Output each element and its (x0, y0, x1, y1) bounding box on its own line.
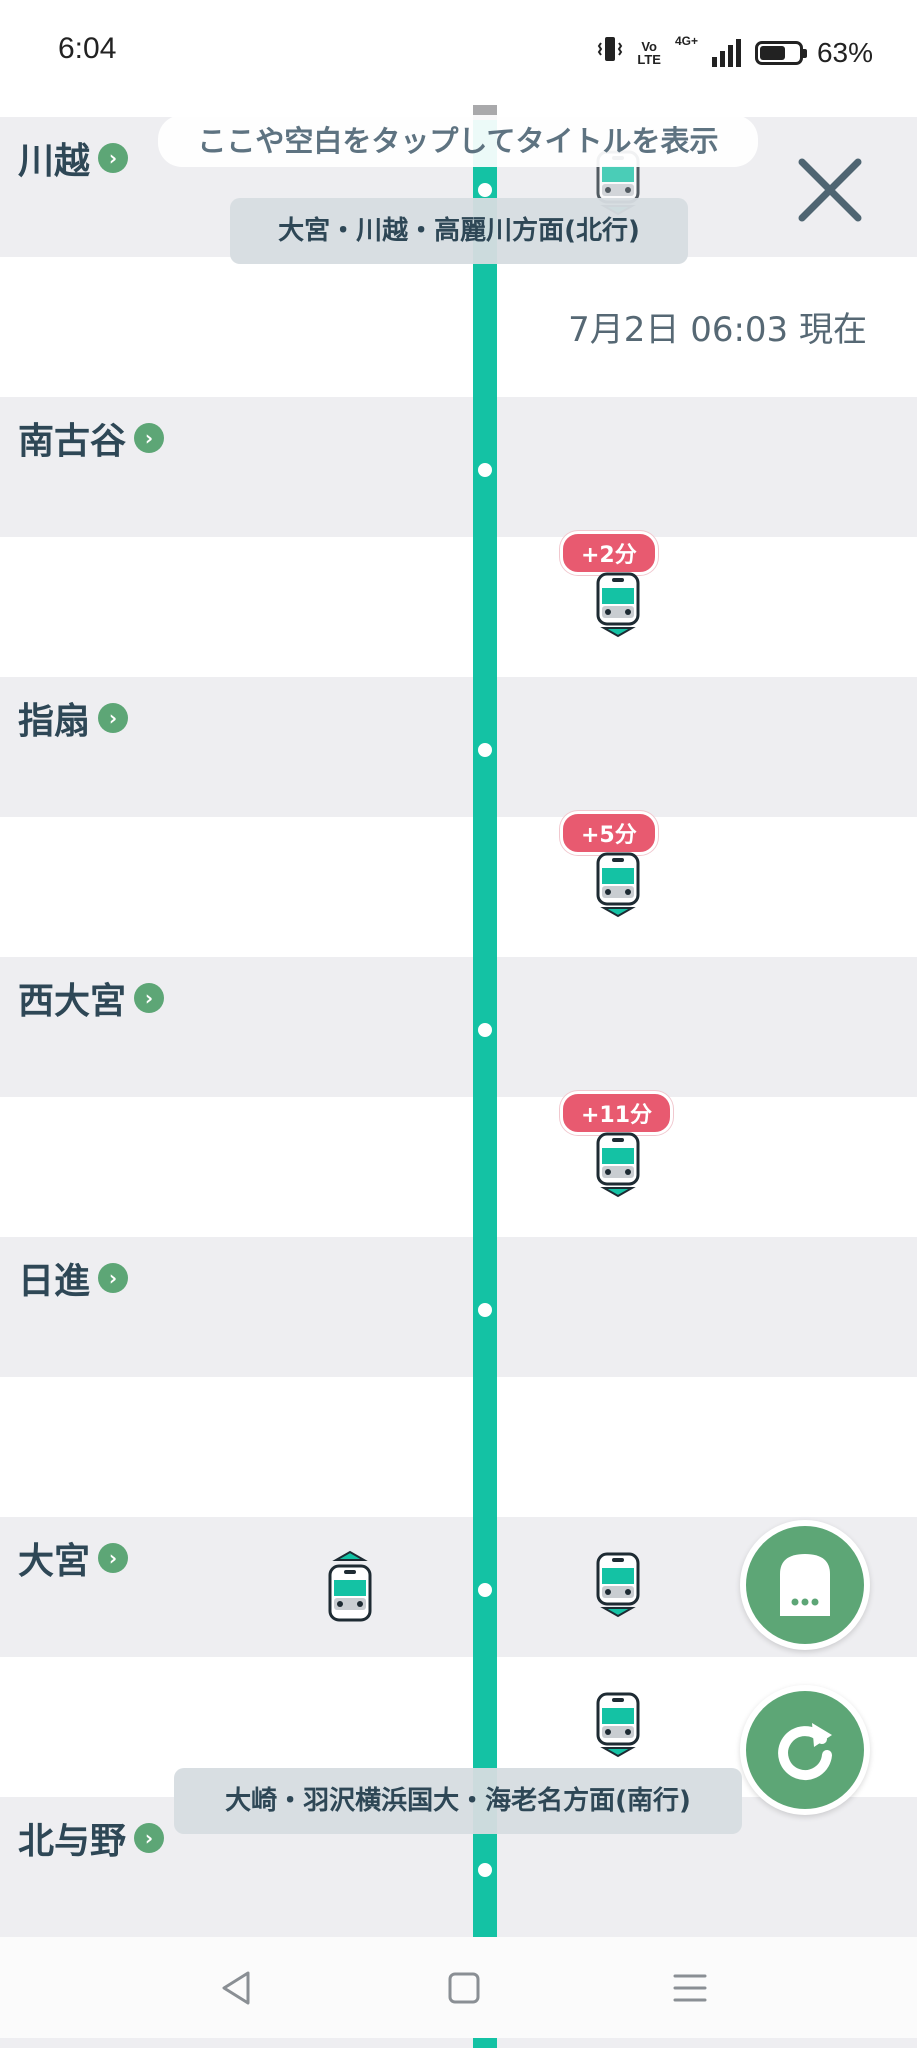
train-front-icon (780, 1554, 830, 1616)
back-triangle-icon (222, 1971, 250, 2005)
train-icon[interactable] (596, 850, 640, 924)
segment-band (0, 1097, 917, 1237)
station-kawagoe[interactable]: 川越 › (18, 132, 129, 184)
route-line-continuation (473, 2038, 497, 2048)
delay-badge: +2分 (560, 531, 658, 582)
volte-bottom: LTE (637, 51, 661, 67)
network-type: 4G+ (674, 34, 698, 48)
signal-icon (711, 38, 741, 67)
train-icon[interactable] (596, 1550, 640, 1624)
station-node (474, 459, 496, 481)
refresh-button[interactable] (740, 1685, 870, 1815)
station-sashiogi[interactable]: 指扇 › (18, 692, 129, 744)
station-name-label: 日進 (18, 1261, 91, 1302)
status-icons: Vo LTE 4G+ 63% (597, 34, 873, 71)
delay-badge: +11分 (560, 1091, 674, 1142)
chevron-right-icon: › (134, 983, 165, 1013)
chevron-right-icon: › (98, 143, 129, 173)
station-band-nisshin[interactable] (0, 1237, 917, 1377)
volte-icon: Vo LTE (637, 40, 661, 66)
battery-percent: 63% (816, 36, 873, 68)
station-name-label: 西大宮 (18, 981, 127, 1022)
train-icon[interactable] (328, 1548, 372, 1628)
close-icon (798, 158, 862, 222)
chevron-right-icon: › (98, 1543, 129, 1573)
route-line (473, 120, 497, 2048)
vibrate-icon (597, 34, 623, 71)
chevron-right-icon: › (134, 423, 165, 453)
station-nishiomiya[interactable]: 西大宮 › (18, 972, 165, 1024)
chevron-right-icon: › (98, 1263, 129, 1293)
train-icon[interactable] (596, 570, 640, 644)
tap-title-hint[interactable]: ここや空白をタップしてタイトルを表示 (158, 115, 758, 167)
station-node (474, 1299, 496, 1321)
station-node (474, 1859, 496, 1881)
station-minamifuruya[interactable]: 南古谷 › (18, 412, 165, 464)
station-node (474, 739, 496, 761)
menu-lines-icon (673, 1974, 707, 2002)
delay-badge: +5分 (560, 811, 658, 862)
station-name-label: 川越 (18, 141, 91, 182)
home-square-icon (448, 1972, 480, 2004)
direction-north-label: 大宮・川越・高麗川方面(北行) (230, 198, 688, 264)
update-timestamp: 7月2日 06:03 現在 (568, 310, 867, 350)
segment-band (0, 817, 917, 957)
station-nisshin[interactable]: 日進 › (18, 1252, 129, 1304)
close-button[interactable] (790, 150, 870, 230)
bottom-strip (0, 2038, 917, 2048)
station-name-label: 北与野 (18, 1821, 127, 1862)
segment-band (0, 1377, 917, 1517)
train-icon[interactable] (596, 1130, 640, 1204)
station-name-label: 指扇 (18, 701, 91, 742)
station-kitayono[interactable]: 北与野 › (18, 1812, 165, 1864)
system-nav-bar (0, 1937, 917, 2038)
battery-icon (754, 40, 807, 65)
refresh-icon (778, 1723, 832, 1781)
nav-menu-button[interactable] (667, 1965, 713, 2011)
train-icon[interactable] (596, 1690, 640, 1764)
status-bar: 6:04 Vo LTE 4G+ 63% (0, 0, 917, 105)
station-name-label: 南古谷 (18, 421, 127, 462)
status-time: 6:04 (58, 32, 117, 65)
station-node (474, 1019, 496, 1041)
train-info-button[interactable] (740, 1520, 870, 1650)
station-name-label: 大宮 (18, 1541, 91, 1582)
station-node (474, 1579, 496, 1601)
nav-back-button[interactable] (214, 1965, 260, 2011)
chevron-right-icon: › (98, 703, 129, 733)
station-omiya[interactable]: 大宮 › (18, 1532, 129, 1584)
nav-home-button[interactable] (441, 1965, 487, 2011)
direction-south-label: 大崎・羽沢横浜国大・海老名方面(南行) (174, 1768, 742, 1834)
segment-band (0, 537, 917, 677)
station-band-sashiogi[interactable] (0, 677, 917, 817)
chevron-right-icon: › (134, 1823, 165, 1853)
